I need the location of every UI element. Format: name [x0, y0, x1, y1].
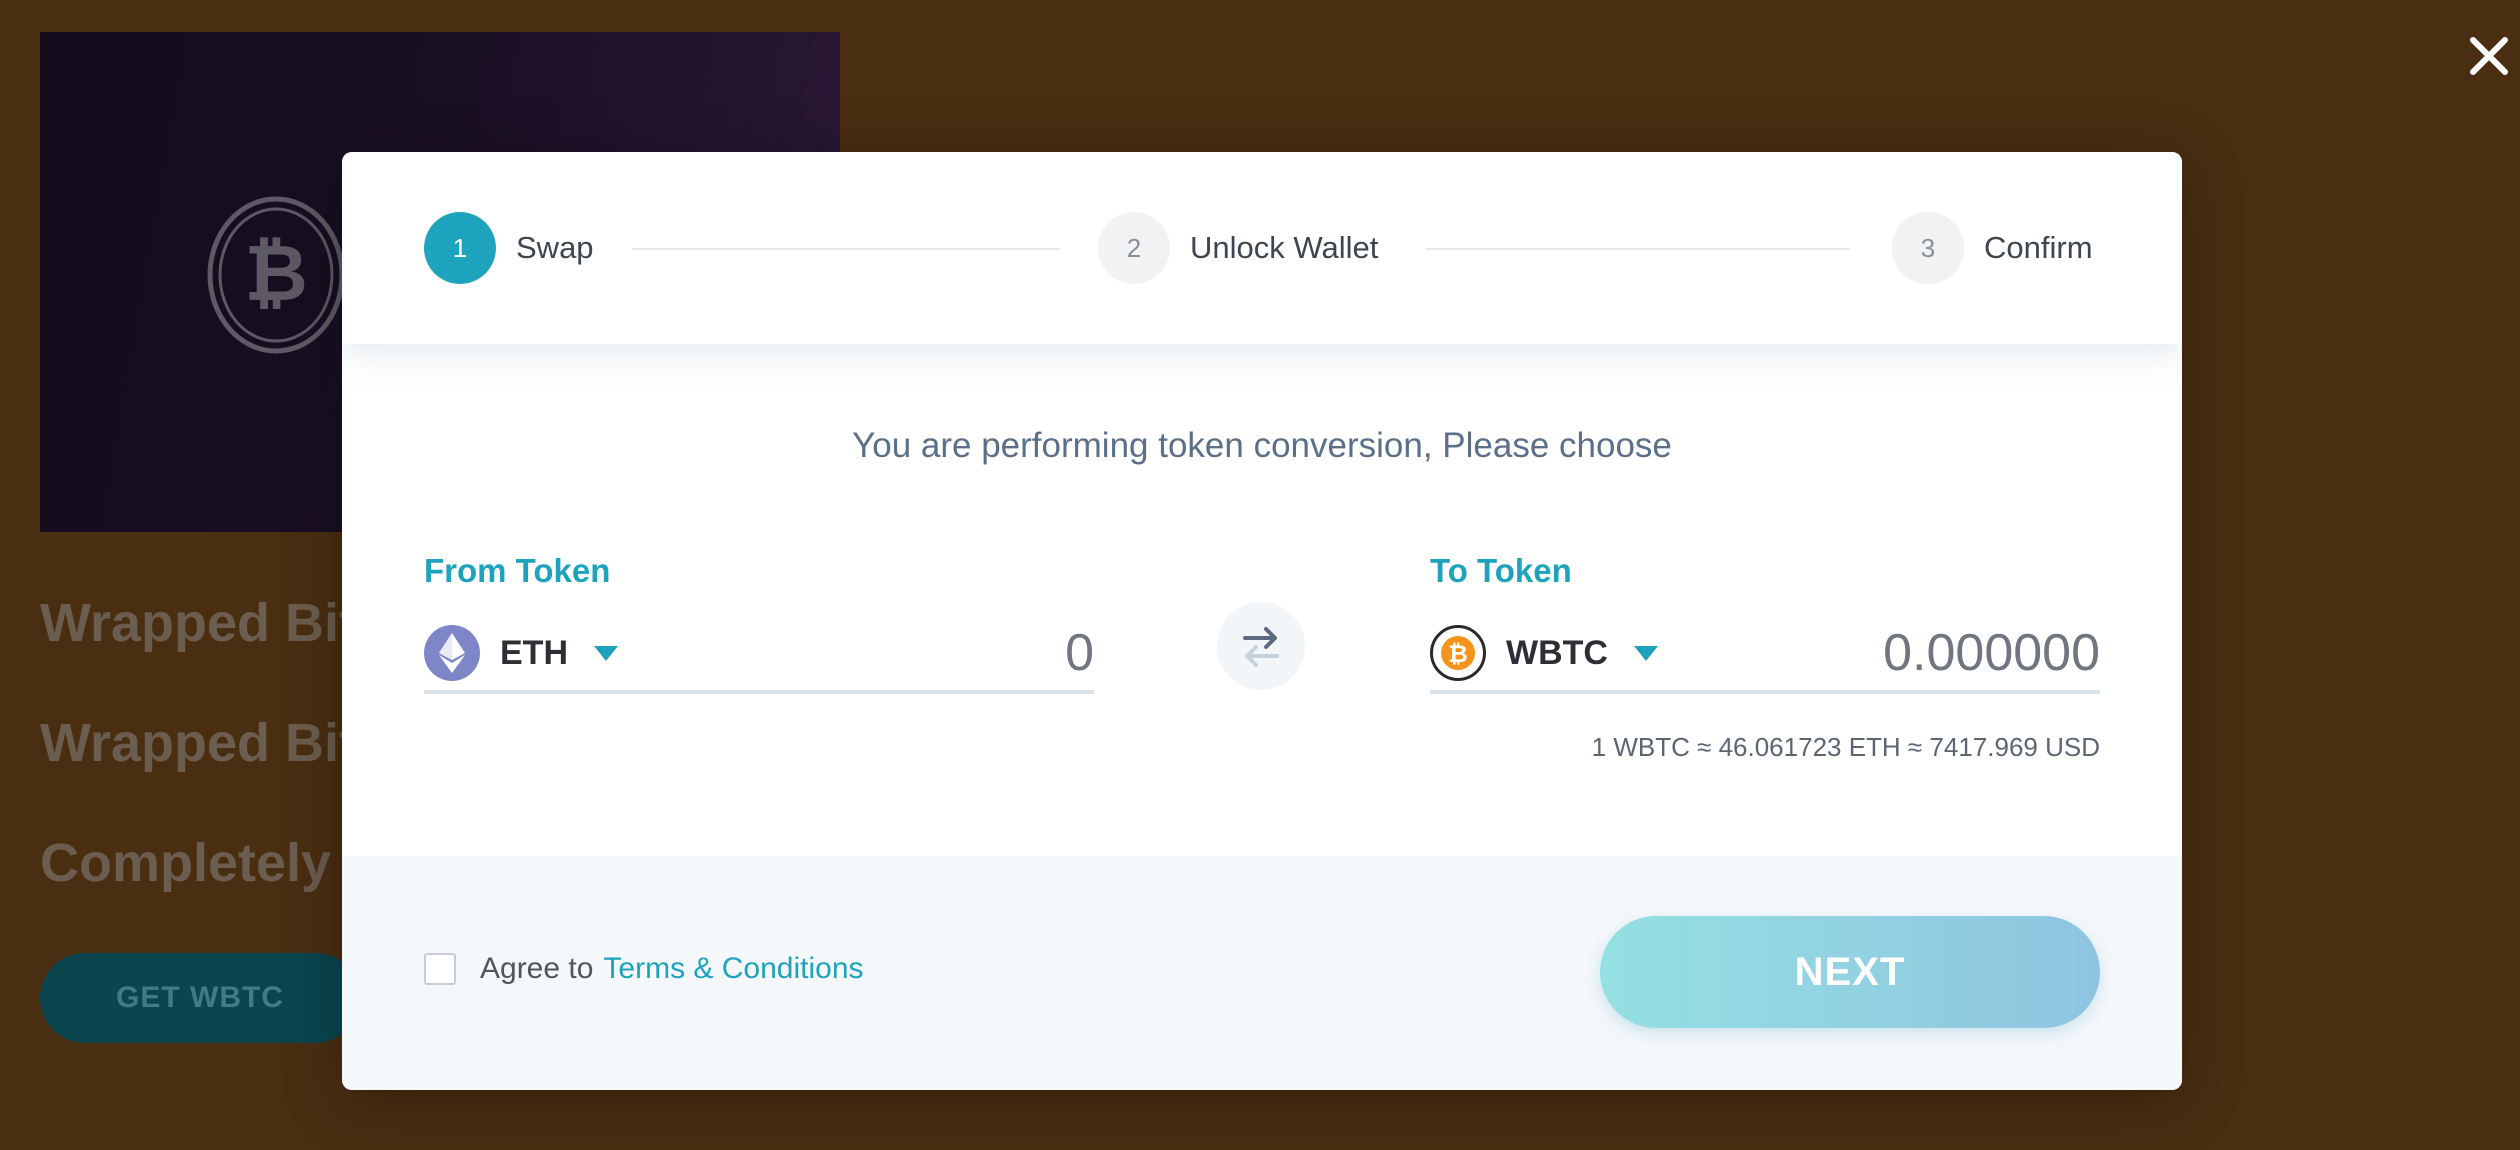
swap-direction-button[interactable]	[1217, 602, 1305, 690]
terms-agreement: Agree to Terms & Conditions	[424, 952, 864, 986]
to-token-field: ₿ WBTC 0.000000	[1430, 616, 2100, 694]
step-number: 3	[1892, 212, 1964, 284]
swap-modal: 1 Swap 2 Unlock Wallet 3 Confirm You are…	[342, 152, 2182, 1090]
step-unlock-wallet: 2 Unlock Wallet	[1098, 212, 1378, 284]
step-swap: 1 Swap	[424, 212, 594, 284]
instruction-text: You are performing token conversion, Ple…	[852, 426, 1672, 465]
hero-tagline: Completely t	[40, 833, 365, 893]
agree-label: Agree to	[480, 952, 594, 985]
to-token-symbol[interactable]: WBTC	[1506, 634, 1608, 673]
svg-text:₿: ₿	[1448, 640, 1468, 668]
from-token-label: From Token	[424, 552, 611, 589]
from-amount-input[interactable]: 0	[1065, 623, 1094, 683]
close-icon[interactable]	[2465, 32, 2513, 80]
to-token-label: To Token	[1430, 552, 1572, 589]
step-number: 1	[424, 212, 496, 284]
svg-text:₿: ₿	[244, 229, 308, 319]
step-number: 2	[1098, 212, 1170, 284]
exchange-rate: 1 WBTC ≈ 46.061723 ETH ≈ 7417.969 USD	[1591, 732, 2100, 762]
swap-arrows-icon	[1243, 627, 1279, 667]
chevron-down-icon[interactable]	[1633, 645, 1658, 661]
wbtc-icon: ₿	[1430, 625, 1486, 681]
agree-checkbox[interactable]	[424, 953, 456, 985]
step-connector	[632, 248, 1060, 250]
terms-link[interactable]: Terms & Conditions	[603, 952, 863, 986]
stepper: 1 Swap 2 Unlock Wallet 3 Confirm	[342, 152, 2182, 344]
step-confirm: 3 Confirm	[1892, 212, 2093, 284]
from-token-symbol[interactable]: ETH	[500, 634, 568, 673]
step-label: Confirm	[1984, 230, 2093, 265]
step-label: Unlock Wallet	[1190, 230, 1379, 265]
chevron-down-icon[interactable]	[594, 645, 618, 661]
step-connector	[1426, 248, 1850, 250]
step-label: Swap	[516, 230, 594, 265]
from-token-field: ETH 0	[424, 616, 1094, 694]
bitcoin-coin-icon: ₿	[207, 196, 345, 354]
next-button[interactable]: NEXT	[1600, 916, 2100, 1028]
to-amount-input[interactable]: 0.000000	[1883, 623, 2100, 683]
hero-heading: Wrapped Bit	[40, 593, 358, 653]
get-wbtc-button[interactable]: GET WBTC	[40, 953, 360, 1043]
hero-heading-2: Wrapped Bit	[40, 713, 358, 773]
eth-icon	[424, 625, 480, 681]
